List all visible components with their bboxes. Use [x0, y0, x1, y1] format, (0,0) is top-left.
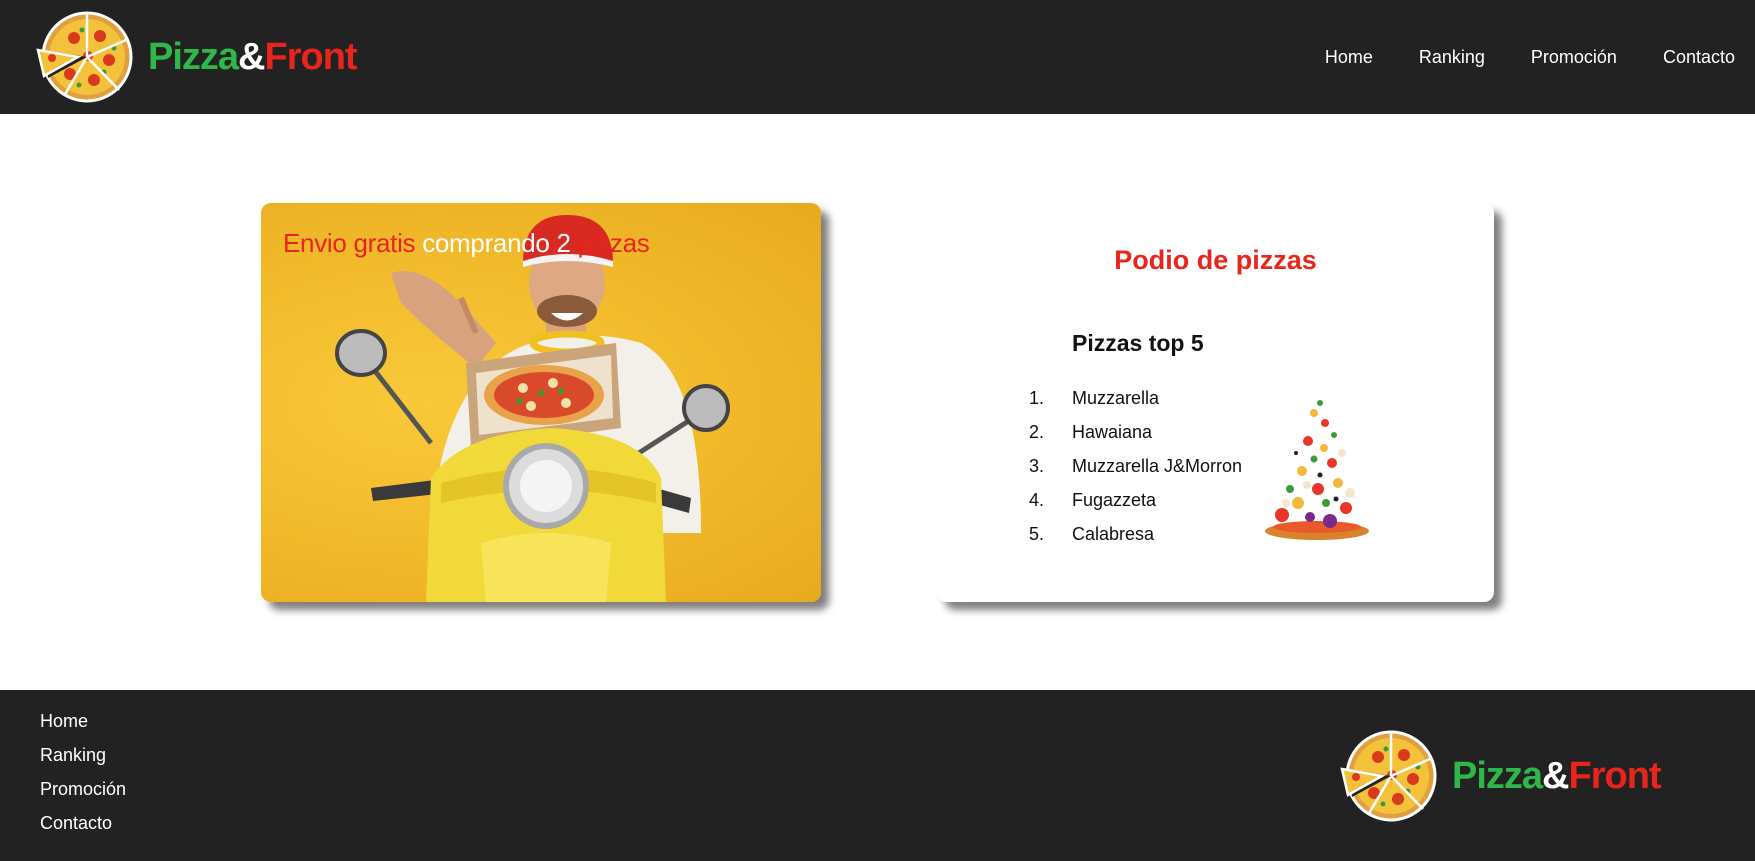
footer-logo[interactable]: Pizza&Front: [1338, 729, 1662, 823]
footer-nav-promocion[interactable]: Promoción: [40, 778, 126, 812]
footer-nav: Home Ranking Promoción Contacto: [40, 710, 126, 846]
nav-ranking[interactable]: Ranking: [1419, 47, 1485, 68]
pizza-logo-icon: [1340, 730, 1437, 822]
promo-card: Envio gratis comprando 2 pizzas: [261, 203, 821, 602]
brand-word-front: Front: [1568, 754, 1662, 797]
list-item-number: 1.: [1029, 388, 1045, 408]
header-logo[interactable]: Pizza&Front: [34, 10, 358, 104]
promo-title-part2: comprando 2: [422, 228, 571, 258]
footer-brand-name: Pizza&Front: [1452, 754, 1662, 798]
footer-nav-home[interactable]: Home: [40, 710, 126, 744]
flying-pizza-ingredients-image: [1265, 400, 1369, 540]
main-nav: Home Ranking Promoción Contacto: [1279, 0, 1735, 114]
footer-nav-ranking[interactable]: Ranking: [40, 744, 126, 778]
list-item: 5. Calabresa: [1029, 524, 1242, 558]
nav-promocion[interactable]: Promoción: [1531, 47, 1617, 68]
list-item-number: 5.: [1029, 524, 1045, 544]
list-item-name: Muzzarella: [1072, 388, 1160, 408]
site-footer: Home Ranking Promoción Contacto Pizza&Fr…: [0, 690, 1755, 861]
list-item-name: Calabresa: [1072, 524, 1155, 544]
list-item: 2. Hawaiana: [1029, 422, 1242, 456]
list-item: 3. Muzzarella J&Morron: [1029, 456, 1242, 490]
delivery-scooter-image: [335, 215, 730, 602]
brand-word-pizza: Pizza: [1452, 754, 1543, 797]
brand-name: Pizza&Front: [148, 35, 358, 79]
list-item-name: Hawaiana: [1072, 422, 1153, 442]
list-item-number: 3.: [1029, 456, 1045, 476]
top5-list: 1. Muzzarella 2. Hawaiana 3. Muzzarella J&M…: [1029, 388, 1242, 558]
list-item-name: Fugazzeta: [1072, 490, 1157, 510]
brand-word-pizza: Pizza: [148, 35, 239, 78]
list-item-name: Muzzarella J&Morron: [1072, 456, 1243, 476]
nav-home[interactable]: Home: [1325, 47, 1373, 68]
promo-title-part1: Envio gratis: [283, 228, 416, 258]
list-item: 1. Muzzarella: [1029, 388, 1242, 422]
brand-ampersand: &: [238, 35, 265, 78]
top5-heading: Pizzas top 5: [1072, 330, 1204, 356]
nav-contacto[interactable]: Contacto: [1663, 47, 1735, 68]
promo-title-part3: pizzas: [577, 228, 650, 258]
footer-nav-contacto[interactable]: Contacto: [40, 812, 126, 846]
brand-ampersand: &: [1542, 754, 1569, 797]
site-header: Pizza&Front Home Ranking Promoción Conta…: [0, 0, 1755, 114]
list-item: 4. Fugazzeta: [1029, 490, 1242, 524]
podium-card: Podio de pizzas Pizzas top 5 1. Muzzarell…: [937, 203, 1494, 602]
brand-word-front: Front: [264, 35, 358, 78]
promo-title: Envio gratis comprando 2 pizzas: [283, 228, 650, 259]
list-item-number: 4.: [1029, 490, 1045, 510]
podium-title: Podio de pizzas: [1114, 245, 1317, 275]
list-item-number: 2.: [1029, 422, 1045, 442]
pizza-logo-icon: [36, 11, 133, 103]
